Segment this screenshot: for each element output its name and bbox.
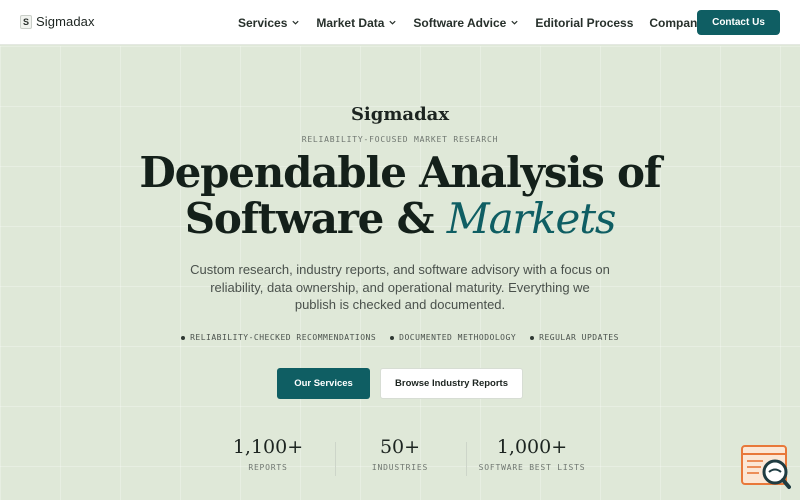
nav-label: Software Advice [413,15,507,30]
hero-subtext: Custom research, industry reports, and s… [190,262,610,312]
logo-text: Sigmadax [36,14,95,29]
stat-industries: 50+ INDUSTRIES [350,436,450,472]
feature-item: REGULAR UPDATES [530,333,619,342]
nav-item-software-advice[interactable]: Software Advice [413,16,519,30]
nav-label: Editorial Process [535,15,634,30]
hero-eyebrow: RELIABILITY-FOCUSED MARKET RESEARCH [301,135,499,144]
feature-list: RELIABILITY-CHECKED RECOMMENDATIONS DOCU… [0,333,800,342]
feature-label: RELIABILITY-CHECKED RECOMMENDATIONS [190,333,377,342]
stat-divider [466,442,467,476]
stats-row: 1,100+ REPORTS 50+ INDUSTRIES 1,000+ SOF… [0,436,800,480]
feature-item: RELIABILITY-CHECKED RECOMMENDATIONS [181,333,376,342]
nav-label: Market Data [316,15,385,30]
stat-label: INDUSTRIES [371,463,429,472]
nav-item-services[interactable]: Services [238,16,300,30]
nav-item-editorial-process[interactable]: Editorial Process [535,16,633,30]
stat-software-lists: 1,000+ SOFTWARE BEST LISTS [472,436,592,472]
hero-brand: Sigmadax [350,104,450,125]
headline-accent: Markets [446,194,617,243]
bullet-icon [390,335,395,340]
stat-value: 50+ [379,436,421,458]
stat-value: 1,100+ [232,436,304,458]
hero-headline: Dependable Analysis of Software & Market… [0,150,800,242]
nav-item-market-data[interactable]: Market Data [316,16,397,30]
our-services-button[interactable]: Our Services [277,368,370,399]
logo[interactable]: S Sigmadax [20,14,95,29]
stat-reports: 1,100+ REPORTS [218,436,318,472]
headline-line-1: Dependable Analysis of [139,148,661,197]
browse-reports-button[interactable]: Browse Industry Reports [380,368,523,399]
research-widget-button[interactable] [741,444,791,490]
feature-item: DOCUMENTED METHODOLOGY [390,333,516,342]
stat-divider [335,442,336,476]
nav-label: Company [649,15,705,30]
bullet-icon [530,335,535,340]
logo-mark: S [20,14,32,29]
feature-label: DOCUMENTED METHODOLOGY [399,333,517,342]
stat-value: 1,000+ [496,436,568,458]
chevron-down-icon [511,20,518,25]
main-nav: Services Market Data Software Advice Edi… [238,0,733,45]
headline-line-2: Software & [184,194,435,243]
stat-label: REPORTS [248,463,288,472]
bullet-icon [181,335,186,340]
chevron-down-icon [292,20,300,25]
site-header: S Sigmadax Services Market Data Software… [0,0,800,45]
nav-label: Services [238,15,288,30]
stat-label: SOFTWARE BEST LISTS [478,463,586,472]
chevron-down-icon [389,20,397,25]
search-document-icon [741,445,791,489]
feature-label: REGULAR UPDATES [539,333,619,342]
contact-us-button[interactable]: Contact Us [697,10,780,35]
